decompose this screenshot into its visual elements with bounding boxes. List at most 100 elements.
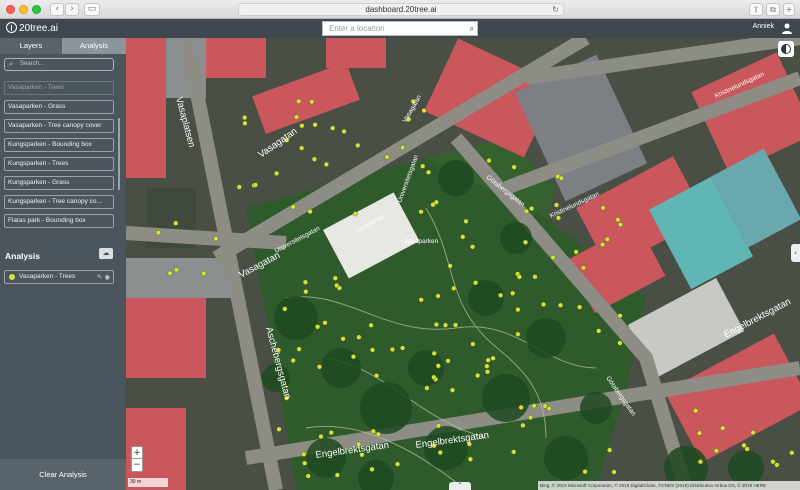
tree-dot[interactable] xyxy=(558,302,564,308)
layer-search-input[interactable]: ⌕ Search... xyxy=(4,58,114,71)
tree-dot[interactable] xyxy=(395,461,401,467)
tree-dot[interactable] xyxy=(615,217,621,223)
tree-dot[interactable] xyxy=(400,345,406,351)
tree-dot[interactable] xyxy=(697,430,703,436)
tree-dot[interactable] xyxy=(299,145,305,151)
tree-dot[interactable] xyxy=(577,304,583,310)
tree-dot[interactable] xyxy=(375,431,381,437)
tree-dot[interactable] xyxy=(368,322,374,328)
tree-dot[interactable] xyxy=(511,449,517,455)
location-search-input[interactable]: Enter a location ⌕ xyxy=(322,21,478,36)
tree-dot[interactable] xyxy=(532,274,538,280)
user-avatar-icon[interactable] xyxy=(781,22,793,34)
tree-dot[interactable] xyxy=(315,324,321,330)
tree-dot[interactable] xyxy=(352,211,358,217)
tree-dot[interactable] xyxy=(485,357,491,363)
tree-dot[interactable] xyxy=(274,170,280,176)
tree-dot[interactable] xyxy=(573,249,579,255)
tree-dot[interactable] xyxy=(420,163,426,169)
tab-analysis[interactable]: Analysis xyxy=(62,38,126,54)
tree-dot[interactable] xyxy=(550,254,556,261)
tree-dot[interactable] xyxy=(341,128,347,135)
tree-dot[interactable] xyxy=(582,469,588,475)
tree-dot[interactable] xyxy=(173,267,180,273)
tree-dot[interactable] xyxy=(470,341,476,347)
tree-dot[interactable] xyxy=(484,369,491,375)
tree-dot[interactable] xyxy=(447,263,453,269)
tree-dot[interactable] xyxy=(334,282,340,289)
tree-dot[interactable] xyxy=(442,322,449,328)
back-icon[interactable]: ‹ xyxy=(50,3,64,16)
new-tab-icon[interactable]: + xyxy=(783,3,795,16)
tree-dot[interactable] xyxy=(460,234,466,240)
tree-dot[interactable] xyxy=(435,423,442,429)
tree-dot[interactable] xyxy=(301,451,307,457)
tree-dot[interactable] xyxy=(498,292,504,298)
forward-icon[interactable]: › xyxy=(65,3,79,16)
tree-dot[interactable] xyxy=(511,164,517,170)
user-name[interactable]: Anniek xyxy=(753,23,774,30)
right-panel-toggle[interactable]: ‹ xyxy=(791,244,800,262)
tree-dot[interactable] xyxy=(213,236,219,242)
tree-dot[interactable] xyxy=(713,448,719,454)
tree-dot[interactable] xyxy=(323,161,329,167)
tree-dot[interactable] xyxy=(302,460,308,466)
tree-dot[interactable] xyxy=(510,290,516,296)
tree-dot[interactable] xyxy=(328,430,334,436)
minimize-window-button[interactable] xyxy=(19,5,28,14)
tree-dot[interactable] xyxy=(384,154,390,160)
tree-dot[interactable] xyxy=(449,387,456,393)
tree-dot[interactable] xyxy=(296,346,302,352)
tree-dot[interactable] xyxy=(201,270,207,277)
tree-dot[interactable] xyxy=(741,442,747,448)
tree-dot[interactable] xyxy=(596,328,602,334)
tree-dot[interactable] xyxy=(470,244,476,250)
tree-dot[interactable] xyxy=(607,447,613,453)
reload-icon[interactable]: ↻ xyxy=(552,4,559,15)
tree-dot[interactable] xyxy=(307,208,313,215)
tree-dot[interactable] xyxy=(290,204,296,210)
tree-dot[interactable] xyxy=(452,322,459,328)
tabs-overview-icon[interactable]: ⧉ xyxy=(766,3,780,16)
layer-list-scrollbar[interactable] xyxy=(118,118,120,190)
tree-dot[interactable] xyxy=(318,434,324,440)
tree-dot[interactable] xyxy=(789,450,795,456)
tree-dot[interactable] xyxy=(527,414,534,421)
tree-dot[interactable] xyxy=(451,285,457,291)
tree-dot[interactable] xyxy=(484,363,490,369)
layer-item[interactable]: Kungsparken - Bounding box xyxy=(4,138,114,152)
tree-dot[interactable] xyxy=(617,340,623,346)
map-canvas[interactable]: Vasaplatsen Vasagatan Vasagatan Vasagata… xyxy=(126,38,800,490)
tree-dot[interactable] xyxy=(369,347,376,353)
tree-dot[interactable] xyxy=(693,408,699,414)
layer-item[interactable]: Kungsparken - Tree canopy co... xyxy=(4,195,114,209)
tree-dot[interactable] xyxy=(611,469,617,475)
tree-dot[interactable] xyxy=(311,156,317,162)
tree-dot[interactable] xyxy=(350,354,357,360)
tree-dot[interactable] xyxy=(374,373,380,379)
address-bar[interactable]: dashboard.20tree.ai ↻ xyxy=(238,3,564,16)
tree-dot[interactable] xyxy=(435,363,441,369)
tree-dot[interactable] xyxy=(540,301,547,307)
tree-dot[interactable] xyxy=(340,336,346,342)
tree-dot[interactable] xyxy=(599,242,606,248)
tree-dot[interactable] xyxy=(155,230,161,236)
layer-item[interactable]: Kungsparken - Grass xyxy=(4,176,114,190)
search-icon[interactable]: ⌕ xyxy=(470,22,474,35)
tree-dot[interactable] xyxy=(312,122,318,128)
tree-dot[interactable] xyxy=(516,274,522,280)
tree-dot[interactable] xyxy=(473,280,479,286)
tree-dot[interactable] xyxy=(294,114,300,120)
tree-dot[interactable] xyxy=(242,115,248,121)
tree-dot[interactable] xyxy=(400,144,406,151)
layer-item[interactable]: Kungsparken - Trees xyxy=(4,157,114,171)
tree-dot[interactable] xyxy=(167,270,173,276)
tree-dot[interactable] xyxy=(515,331,521,337)
bottom-panel-toggle[interactable]: ⌃ xyxy=(449,482,471,490)
tree-dot[interactable] xyxy=(421,108,427,114)
tree-dot[interactable] xyxy=(332,275,338,281)
tree-dot[interactable] xyxy=(431,350,437,356)
tree-dot[interactable] xyxy=(475,372,481,379)
tree-dot[interactable] xyxy=(424,385,430,391)
zoom-in-button[interactable]: + xyxy=(132,447,142,459)
